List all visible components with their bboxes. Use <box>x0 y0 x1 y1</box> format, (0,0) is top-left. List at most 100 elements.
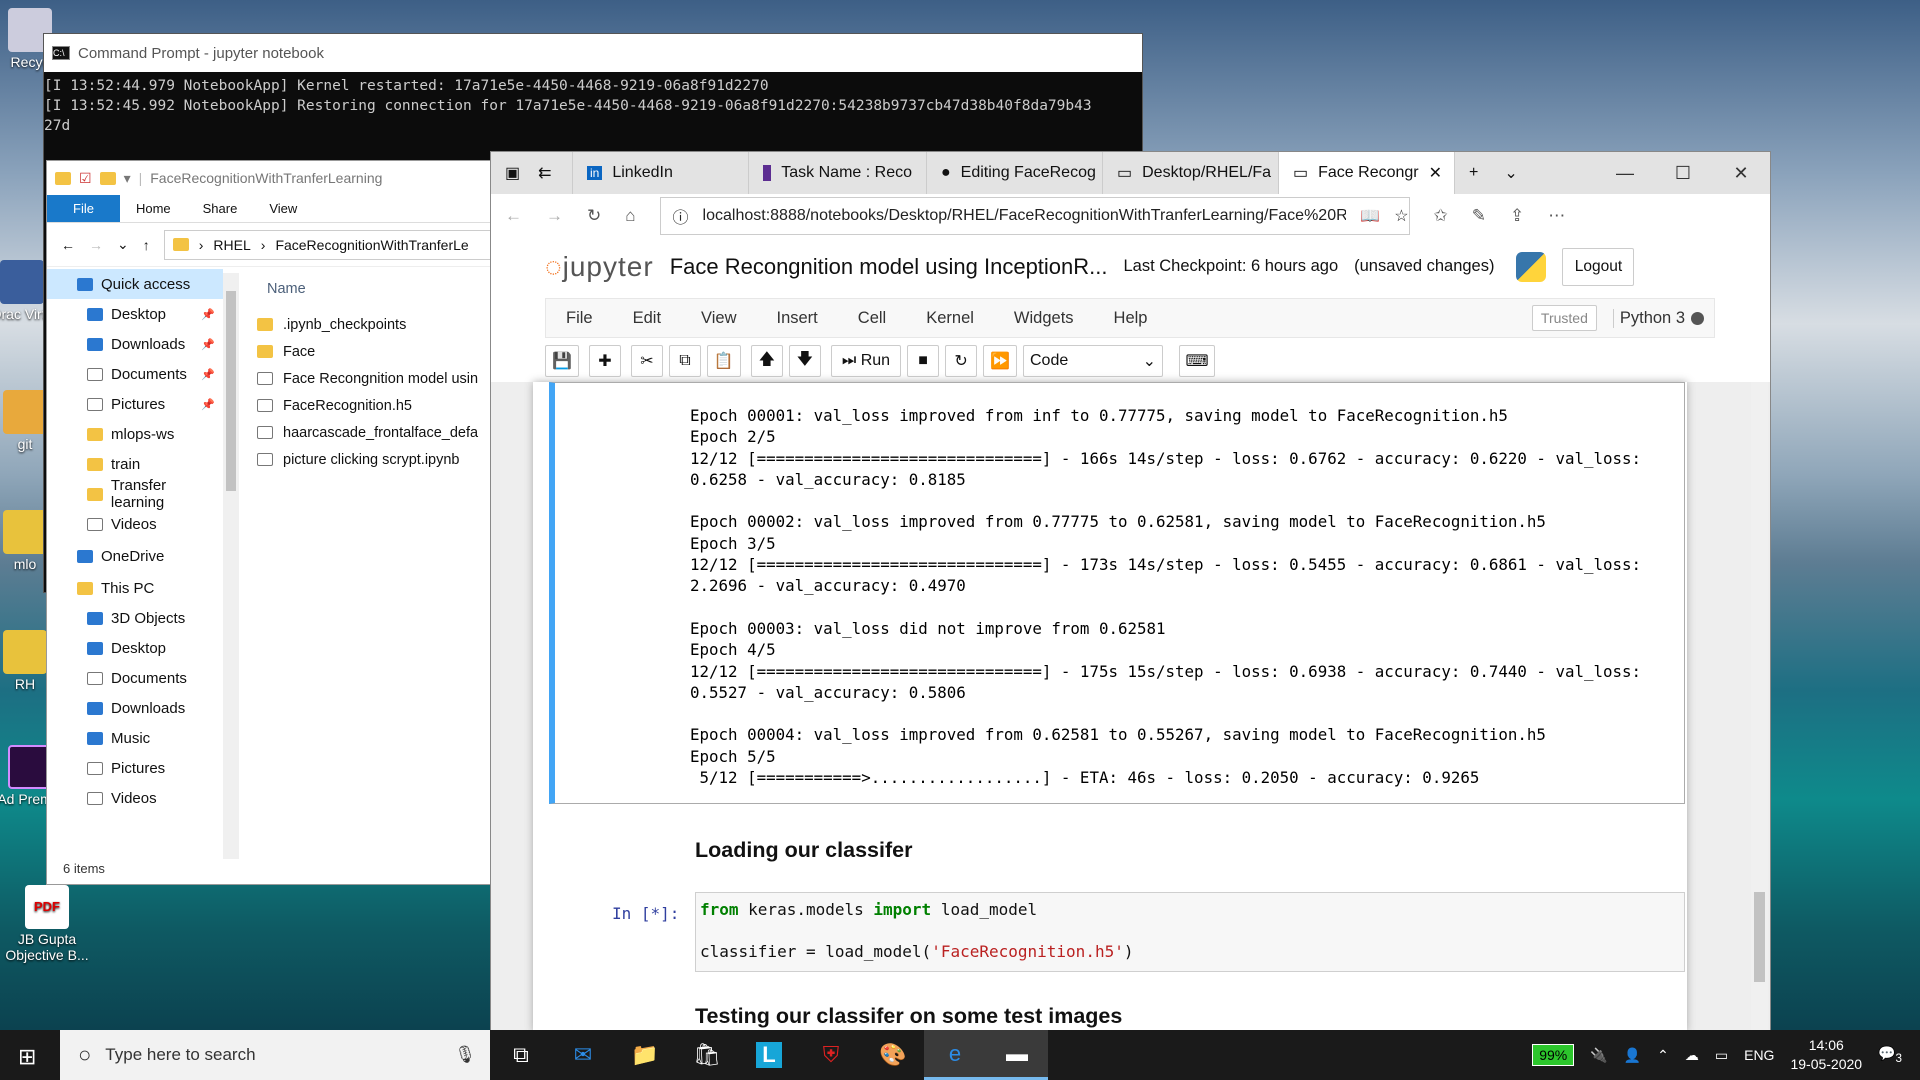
language-indicator[interactable]: ENG <box>1744 1047 1774 1063</box>
store-icon[interactable]: 🛍 <box>676 1030 738 1080</box>
nav-item[interactable]: Videos <box>47 509 223 539</box>
ribbon-tab-file[interactable]: File <box>47 195 120 222</box>
file-item[interactable]: FaceRecognition.h5 <box>257 392 478 419</box>
ribbon-tab-view[interactable]: View <box>253 195 313 222</box>
ribbon-tab-home[interactable]: Home <box>120 195 187 222</box>
forward-arrow-icon[interactable]: → <box>89 237 103 253</box>
breadcrumb-rhel[interactable]: RHEL <box>213 237 250 253</box>
file-item[interactable]: haarcascade_frontalface_defa <box>257 419 478 446</box>
clock[interactable]: 14:06 19-05-2020 <box>1790 1036 1862 1074</box>
nav-item[interactable]: OneDrive <box>47 541 223 571</box>
insert-cell-icon[interactable]: ✚ <box>588 345 621 377</box>
nav-item[interactable]: Pictures <box>47 753 223 783</box>
favorite-star-icon[interactable]: ☆ <box>1394 206 1408 226</box>
nav-item[interactable]: Transfer learning <box>47 477 223 511</box>
notebook-title[interactable]: Face Recongnition model using InceptionR… <box>670 254 1108 280</box>
share-icon[interactable]: ⇪ <box>1510 206 1524 226</box>
nav-item[interactable]: Downloads <box>47 693 223 723</box>
move-down-icon[interactable]: 🡇 <box>788 345 821 377</box>
restart-run-all-icon[interactable]: ⏩ <box>983 345 1017 377</box>
refresh-icon[interactable]: ↻ <box>587 206 601 226</box>
output-cell[interactable]: Epoch 00001: val_loss improved from inf … <box>549 382 1685 804</box>
close-tab-icon[interactable]: ✕ <box>1429 163 1442 183</box>
nav-item[interactable]: Documents 📌 <box>47 359 223 389</box>
close-icon[interactable]: ✕ <box>1712 152 1770 194</box>
interrupt-icon[interactable]: ■ <box>907 345 940 377</box>
file-item[interactable]: .ipynb_checkpoints <box>257 311 478 338</box>
back-icon[interactable]: ← <box>505 206 522 226</box>
explorer-address-bar[interactable]: › RHEL › FaceRecognitionWithTranferLe <box>163 229 505 260</box>
nav-item[interactable]: Documents <box>47 663 223 693</box>
nav-item[interactable]: train <box>47 449 223 479</box>
windows-start-icon[interactable]: ⊞ <box>18 1044 36 1070</box>
paste-icon[interactable]: 📋 <box>706 345 741 377</box>
forward-icon[interactable]: → <box>546 206 563 226</box>
menu-help[interactable]: Help <box>1094 309 1168 328</box>
chevron-up-icon[interactable]: ⌃ <box>1657 1047 1669 1064</box>
cmd-title-bar[interactable]: C:\ Command Prompt - jupyter notebook —☐… <box>44 34 1142 323</box>
nav-item[interactable]: Desktop <box>47 633 223 663</box>
file-explorer-icon[interactable]: 📁 <box>614 1030 676 1080</box>
task-view-icon[interactable]: ⧉ <box>490 1030 552 1080</box>
pen-icon[interactable]: ✎ <box>1472 206 1486 226</box>
favorites-icon[interactable]: ✩ <box>1434 206 1448 226</box>
people-icon[interactable]: 👤 <box>1624 1047 1641 1064</box>
run-button[interactable]: ⏭ Run <box>830 345 902 377</box>
cloud-icon[interactable]: ☁ <box>1685 1047 1699 1064</box>
app-l-icon[interactable]: L <box>738 1030 800 1080</box>
paint-icon[interactable]: 🎨 <box>862 1030 924 1080</box>
recent-chevron-icon[interactable]: ⌄ <box>117 236 129 253</box>
tab-list-chevron-icon[interactable]: ⌄ <box>1504 163 1517 183</box>
nav-item[interactable]: Quick access <box>47 269 223 299</box>
file-item[interactable]: Face Recongnition model usin <box>257 365 478 392</box>
chevron-down-icon[interactable]: ▾ <box>124 170 131 187</box>
menu-cell[interactable]: Cell <box>838 309 906 328</box>
nav-item[interactable]: Music <box>47 723 223 753</box>
up-arrow-icon[interactable]: ↑ <box>143 237 150 253</box>
nav-scrollbar[interactable] <box>223 273 239 859</box>
tab-linkedin[interactable]: in LinkedIn <box>573 152 749 194</box>
mail-icon[interactable]: ✉ <box>552 1030 614 1080</box>
logout-button[interactable]: Logout <box>1562 247 1635 286</box>
breadcrumb-current[interactable]: FaceRecognitionWithTranferLe <box>275 237 468 253</box>
nav-item[interactable]: Videos <box>47 783 223 813</box>
file-item[interactable]: picture clicking scrypt.ipynb <box>257 446 478 473</box>
tab-preview-icon[interactable]: ⇇ <box>538 163 551 183</box>
more-icon[interactable]: ⋯ <box>1548 206 1565 226</box>
edge-browser-window[interactable]: ▣ ⇇ in LinkedIn Task Name : Reco ● Editing … <box>490 151 1771 1031</box>
battery-percent[interactable]: 99% <box>1532 1044 1575 1066</box>
battery-icon[interactable]: ▭ <box>1715 1047 1728 1064</box>
tab-desktop-rhel[interactable]: ▭ Desktop/RHEL/Fa <box>1103 152 1279 194</box>
file-explorer-window[interactable]: ☑ ▾ | FaceRecognitionWithTranferLearning Fi… <box>46 160 506 885</box>
tab-task-name[interactable]: Task Name : Reco <box>749 152 927 194</box>
edge-icon[interactable]: e <box>924 1030 986 1080</box>
explorer-title-bar[interactable]: ☑ ▾ | FaceRecognitionWithTranferLearning <box>47 161 505 195</box>
tab-editing-facerecog[interactable]: ● Editing FaceRecog <box>927 152 1103 194</box>
home-icon[interactable]: ⌂ <box>625 206 635 226</box>
url-bar[interactable]: ⓘ localhost:8888/notebooks/Desktop/RHEL/F… <box>659 197 1410 235</box>
restart-icon[interactable]: ↻ <box>945 345 978 377</box>
kernel-name[interactable]: Python 3 <box>1612 308 1691 328</box>
back-arrow-icon[interactable]: ← <box>61 237 75 253</box>
nav-item[interactable]: Desktop 📌 <box>47 299 223 329</box>
menu-view[interactable]: View <box>681 309 756 328</box>
nav-item[interactable]: This PC <box>47 573 223 603</box>
mcafee-icon[interactable]: ⛨ <box>800 1030 862 1080</box>
microphone-icon[interactable]: 🎙 <box>454 1045 476 1065</box>
cut-icon[interactable]: ✂ <box>630 345 663 377</box>
set-aside-icon[interactable]: ▣ <box>505 163 520 183</box>
maximize-icon[interactable]: ☐ <box>1654 152 1712 194</box>
file-item[interactable]: Face <box>257 338 478 365</box>
cmd-taskbar-icon[interactable]: ▬ <box>986 1030 1048 1080</box>
jupyter-logo[interactable]: ◌jupyter <box>545 251 654 283</box>
cell-type-select[interactable]: Code ⌄ <box>1022 345 1163 377</box>
nav-item[interactable]: Pictures 📌 <box>47 389 223 419</box>
tab-face-recongr[interactable]: ▭ Face Recongr ✕ <box>1279 152 1455 194</box>
desktop-icon-pdf[interactable]: PDF JB Gupta Objective B... <box>0 885 97 963</box>
taskbar-search[interactable]: ○ Type here to search 🎙 <box>60 1030 490 1080</box>
minimize-icon[interactable]: — <box>1596 152 1654 194</box>
code-cell[interactable]: In [*]: from keras.models import load_mo… <box>612 892 1685 972</box>
menu-widgets[interactable]: Widgets <box>994 309 1094 328</box>
save-icon[interactable]: 💾 <box>545 345 579 377</box>
move-up-icon[interactable]: 🡅 <box>750 345 783 377</box>
